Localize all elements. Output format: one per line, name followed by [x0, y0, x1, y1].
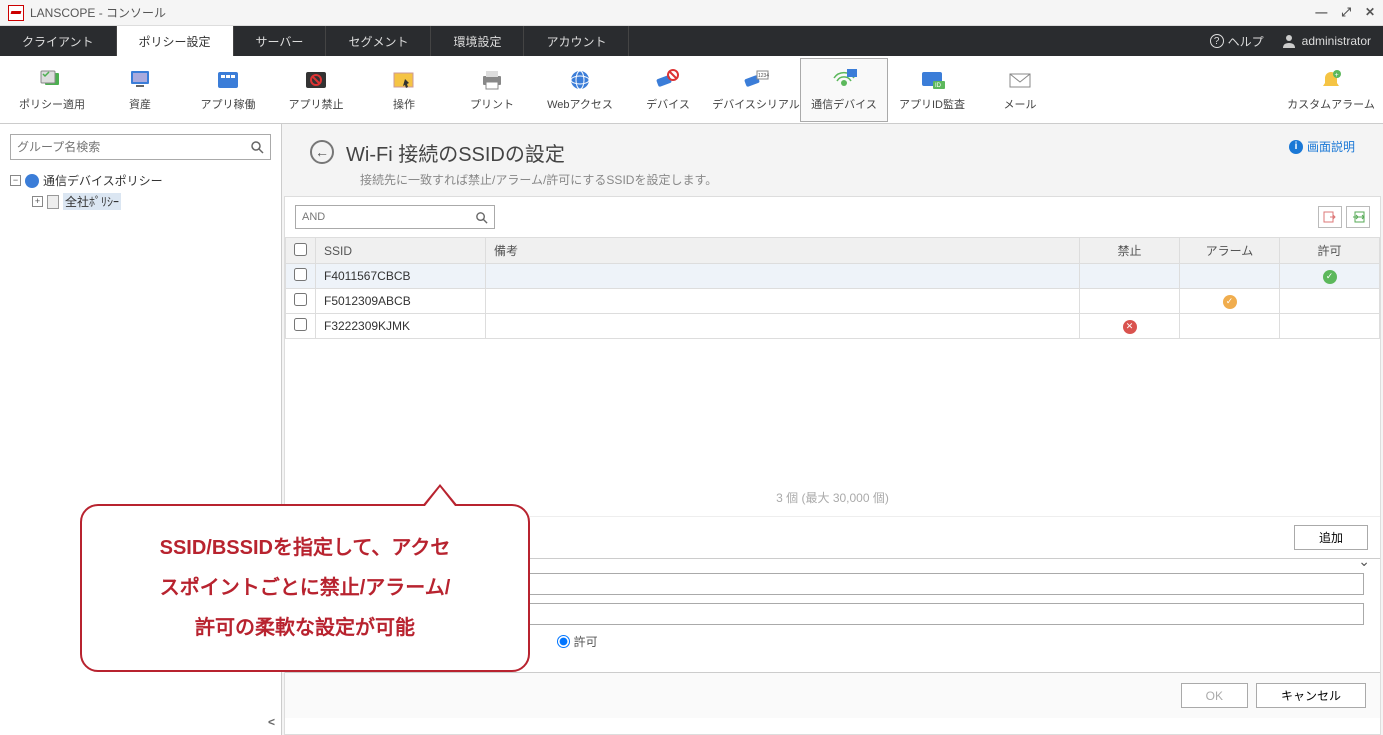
operate-icon	[390, 68, 418, 92]
select-all-checkbox[interactable]	[294, 243, 307, 256]
main-tab-bar: クライアント ポリシー設定 サーバー セグメント 環境設定 アカウント ? ヘル…	[0, 26, 1383, 56]
tab-client[interactable]: クライアント	[0, 26, 117, 56]
col-allow[interactable]: 許可	[1280, 238, 1380, 264]
table-row[interactable]: F5012309ABCB ✓	[286, 289, 1380, 314]
tool-print[interactable]: プリント	[448, 58, 536, 122]
row-checkbox[interactable]	[294, 268, 307, 281]
collapse-form-icon[interactable]: ⌄	[1358, 553, 1370, 570]
tool-app-prohibit[interactable]: アプリ禁止	[272, 58, 360, 122]
web-icon	[566, 68, 594, 92]
tree-root-row[interactable]: − 通信デバイスポリシー	[10, 170, 271, 191]
group-search-input[interactable]	[17, 140, 250, 154]
policy-apply-icon	[38, 68, 66, 92]
globe-icon	[25, 174, 39, 188]
info-icon: i	[1289, 140, 1303, 154]
user-icon	[1282, 34, 1296, 48]
tab-segment[interactable]: セグメント	[326, 26, 431, 56]
search-icon[interactable]	[475, 211, 488, 224]
ssid-table: SSID 備考 禁止 アラーム 許可 F4011567CBCB	[285, 237, 1380, 339]
table-row[interactable]: F3222309KJMK ✕	[286, 314, 1380, 339]
help-icon: ?	[1210, 34, 1224, 48]
page-subtitle: 接続先に一致すれば禁止/アラーム/許可にするSSIDを設定します。	[360, 171, 717, 188]
page-help-link[interactable]: i 画面説明	[1289, 138, 1355, 155]
search-icon[interactable]	[250, 140, 264, 154]
comm-device-icon	[830, 68, 858, 92]
allow-icon: ✓	[1323, 270, 1337, 284]
add-button[interactable]: 追加	[1294, 525, 1368, 550]
filter-box[interactable]: AND	[295, 205, 495, 229]
user-menu[interactable]: administrator	[1282, 34, 1371, 48]
tool-web-access[interactable]: Webアクセス	[536, 58, 624, 122]
tool-device[interactable]: デバイス	[624, 58, 712, 122]
tool-asset[interactable]: 資産	[96, 58, 184, 122]
col-deny[interactable]: 禁止	[1080, 238, 1180, 264]
help-link[interactable]: ? ヘルプ	[1210, 33, 1264, 50]
app-run-icon	[214, 68, 242, 92]
mail-icon	[1006, 68, 1034, 92]
callout-arrow-icon	[422, 484, 458, 506]
row-checkbox[interactable]	[294, 318, 307, 331]
page-title: Wi-Fi 接続のSSIDの設定	[346, 138, 717, 167]
asset-icon	[126, 68, 154, 92]
tab-server[interactable]: サーバー	[234, 26, 327, 56]
device-icon	[654, 68, 682, 92]
tab-account[interactable]: アカウント	[524, 26, 629, 56]
back-button[interactable]: ←	[310, 140, 334, 164]
tool-mail[interactable]: メール	[976, 58, 1064, 122]
deny-icon: ✕	[1123, 320, 1137, 334]
alarm-icon: +	[1317, 68, 1345, 92]
group-search[interactable]	[10, 134, 271, 160]
tool-operate[interactable]: 操作	[360, 58, 448, 122]
col-note[interactable]: 備考	[486, 238, 1080, 264]
svg-text:ID: ID	[935, 83, 942, 89]
window-title: LANSCOPE - コンソール	[30, 4, 1315, 21]
window-titlebar: LANSCOPE - コンソール — ⤢ ✕	[0, 0, 1383, 26]
tool-device-serial[interactable]: 1234 デバイスシリアル	[712, 58, 800, 122]
cancel-button[interactable]: キャンセル	[1256, 683, 1366, 708]
annotation-callout: SSID/BSSIDを指定して、アクセ スポイントごとに禁止/アラーム/ 許可の…	[80, 504, 530, 672]
svg-text:1234: 1234	[758, 73, 769, 79]
alarm-icon: ✓	[1223, 295, 1237, 309]
tool-comm-device[interactable]: 通信デバイス	[800, 58, 888, 122]
policy-tree: − 通信デバイスポリシー + 全社ﾎﾟﾘｼｰ	[10, 170, 271, 212]
export-button[interactable]	[1346, 206, 1370, 228]
close-button[interactable]: ✕	[1365, 5, 1375, 20]
print-icon	[478, 68, 506, 92]
ok-button[interactable]: OK	[1181, 683, 1248, 708]
radio-allow[interactable]: 許可	[557, 633, 598, 650]
tool-custom-alarm[interactable]: + カスタムアラーム	[1287, 58, 1375, 122]
row-checkbox[interactable]	[294, 293, 307, 306]
tool-app-run[interactable]: アプリ稼働	[184, 58, 272, 122]
toolbar: ポリシー適用 資産 アプリ稼働 アプリ禁止 操作 プリント Webアクセス デバ…	[0, 56, 1383, 124]
expand-icon[interactable]: +	[32, 196, 43, 207]
tool-policy-apply[interactable]: ポリシー適用	[8, 58, 96, 122]
col-alarm[interactable]: アラーム	[1180, 238, 1280, 264]
sheet-icon	[47, 195, 59, 209]
expand-icon[interactable]: −	[10, 175, 21, 186]
app-id-icon: ID	[918, 68, 946, 92]
import-button[interactable]	[1318, 206, 1342, 228]
tool-app-id[interactable]: ID アプリID監査	[888, 58, 976, 122]
tab-policy[interactable]: ポリシー設定	[117, 26, 234, 56]
sidebar-collapse[interactable]: <	[268, 715, 275, 729]
maximize-button[interactable]: ⤢	[1341, 5, 1351, 20]
device-serial-icon: 1234	[742, 68, 770, 92]
col-ssid[interactable]: SSID	[316, 238, 486, 264]
tab-env[interactable]: 環境設定	[431, 26, 524, 56]
table-row[interactable]: F4011567CBCB ✓	[286, 264, 1380, 289]
tree-child-row[interactable]: + 全社ﾎﾟﾘｼｰ	[32, 191, 271, 212]
svg-text:+: +	[1335, 72, 1339, 79]
app-prohibit-icon	[302, 68, 330, 92]
minimize-button[interactable]: —	[1315, 5, 1327, 20]
app-icon	[8, 5, 24, 21]
